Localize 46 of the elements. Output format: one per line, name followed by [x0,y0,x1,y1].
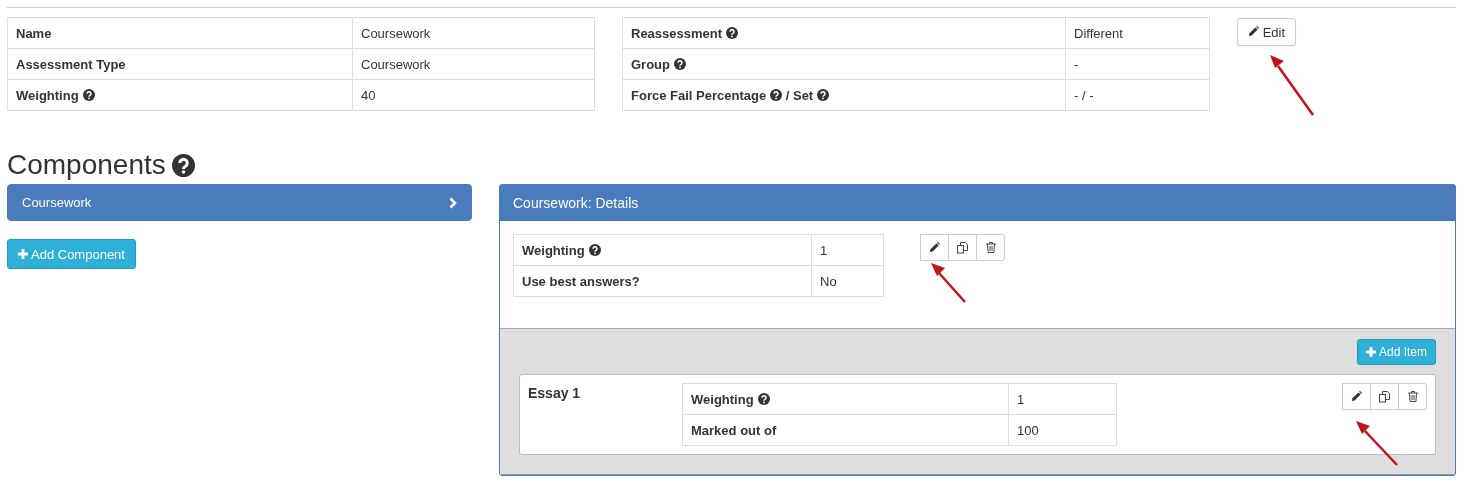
delete-button[interactable] [1398,383,1427,410]
delete-button[interactable] [976,234,1005,261]
table-cell: Coursework [352,48,595,80]
table-cell: 100 [1008,414,1117,446]
table-cell: Weighting [682,383,1009,415]
table-cell: Use best answers? [513,265,812,297]
component-item[interactable]: Coursework [7,184,472,221]
pencil-icon [1351,391,1362,402]
table-cell: Weighting [7,79,353,111]
copy-icon [1379,390,1390,403]
copy-button[interactable] [1370,383,1399,410]
edit-button[interactable] [1342,383,1371,410]
copy-icon [957,241,968,254]
table-cell: Different [1065,17,1210,49]
table-cell: Marked out of [682,414,1009,446]
table-cell: - [1065,48,1210,80]
table-cell: Weighting [513,234,812,266]
trash-icon [985,242,996,253]
table-cell: Name [7,17,353,49]
table-cell: - / - [1065,79,1210,111]
table-cell: Coursework [352,17,595,49]
table-cell: Group [622,48,1066,80]
edit-button[interactable]: Edit [1237,18,1297,46]
plus-icon [1365,347,1376,357]
section-heading: Components [7,149,166,181]
table-cell: Force Fail Percentage / Set [622,79,1066,111]
annotation-arrow [1270,55,1314,116]
add-item-button[interactable]: Add Item [1356,339,1436,365]
annotation-arrow [1356,421,1398,466]
edit-button[interactable] [920,234,949,261]
pencil-icon [1248,25,1259,37]
annotation-arrow [931,263,966,303]
table-cell: No [811,265,884,297]
table-cell: 40 [352,79,595,111]
table-cell: Reassessment [622,17,1066,49]
table-cell: Assessment Type [7,48,353,80]
table-cell: 1 [811,234,884,266]
copy-button[interactable] [948,234,977,261]
add-component-button[interactable]: Add Component [7,239,136,269]
panel-title: Coursework: Details [500,185,1455,221]
plus-icon [18,249,28,259]
chevron-right-icon [449,196,457,209]
trash-icon [1407,391,1418,402]
table-cell: 1 [1008,383,1117,415]
item-name: Essay 1 [528,384,582,401]
pencil-icon [929,242,940,253]
